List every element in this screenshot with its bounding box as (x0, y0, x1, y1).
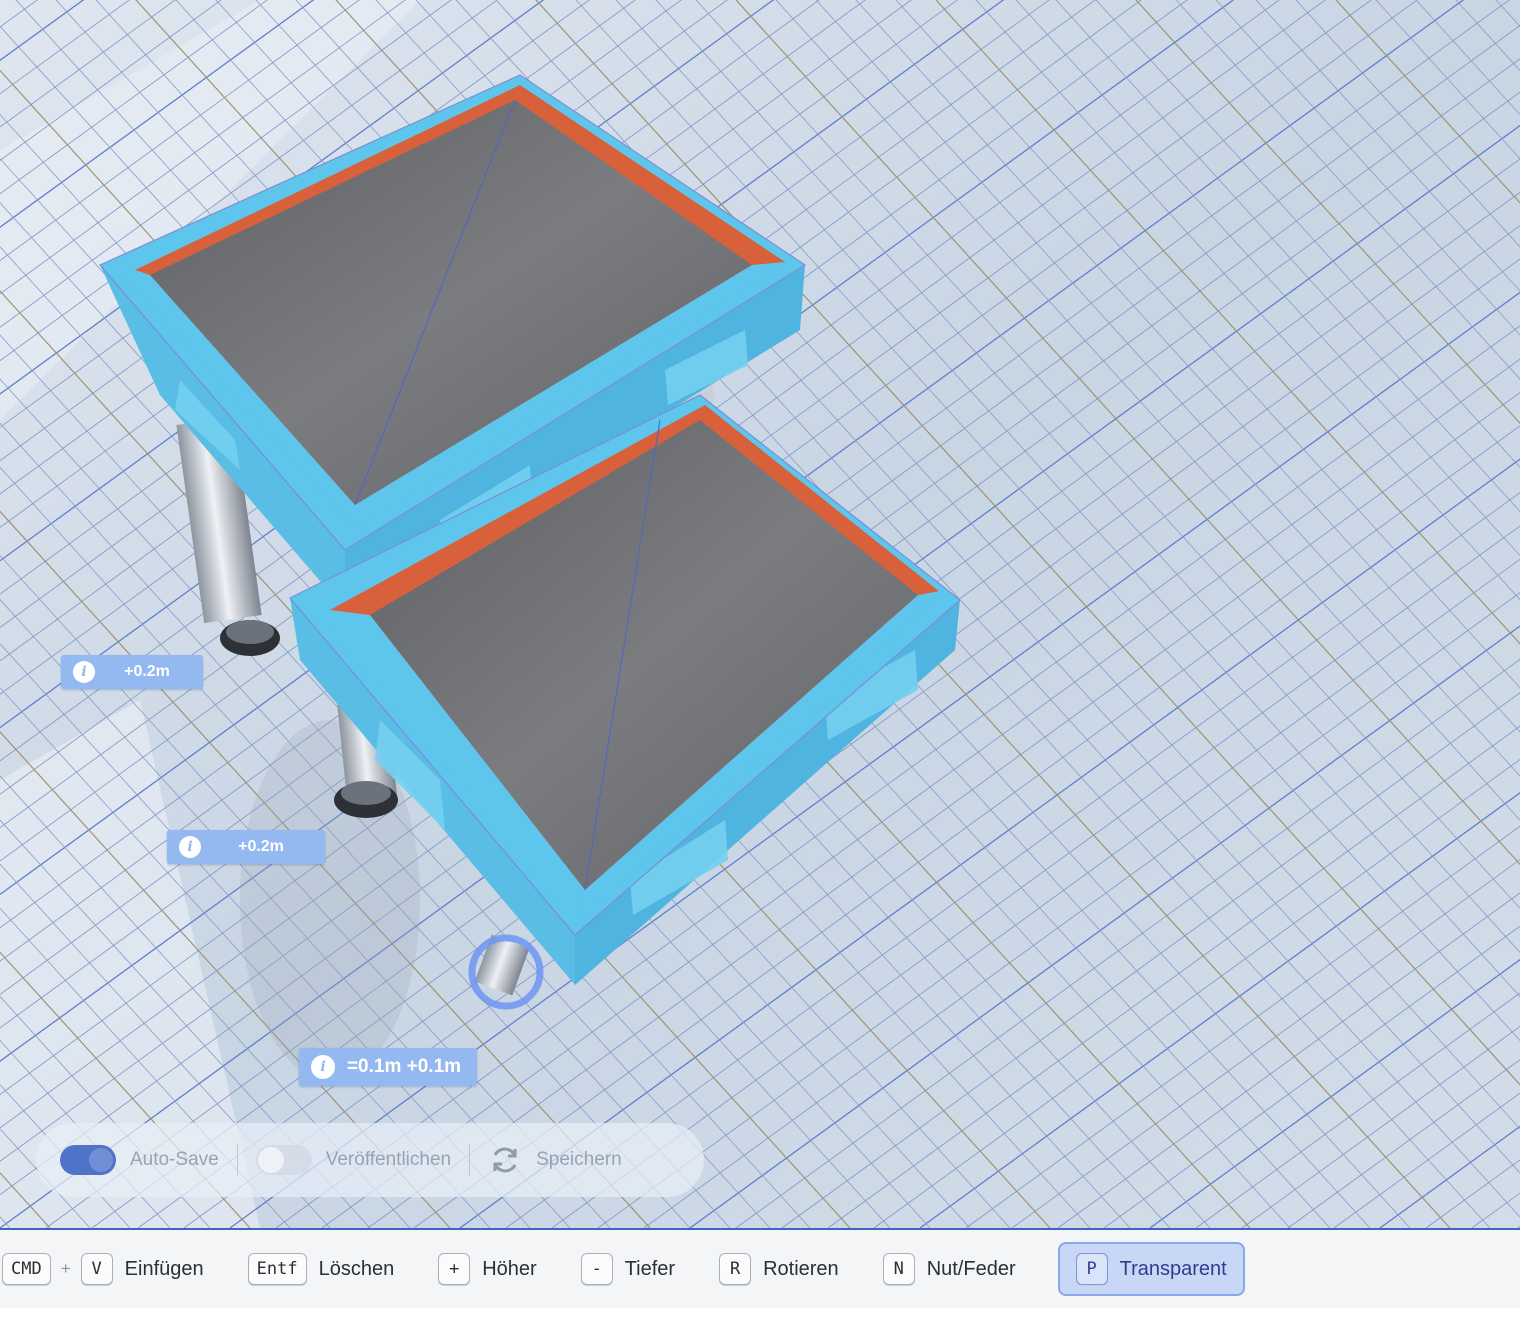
save-button[interactable]: Speichern (536, 1149, 622, 1171)
shortcut-label: Rotieren (763, 1257, 839, 1280)
bottom-strip (0, 1308, 1520, 1330)
autosave-label: Auto-Save (130, 1149, 219, 1170)
measurement-value: +0.2m (238, 838, 284, 855)
shortcut-lower[interactable]: - Tiefer (579, 1242, 691, 1296)
shortcut-label: Transparent (1119, 1257, 1227, 1280)
key-cap: P (1075, 1253, 1108, 1285)
shortcut-label: Löschen (318, 1257, 395, 1280)
sync-icon[interactable] (488, 1143, 522, 1177)
key-joiner: + (60, 1259, 71, 1278)
info-icon: i (179, 836, 201, 858)
shortcut-rotate[interactable]: R Rotieren (717, 1242, 855, 1296)
publish-label: Veröffentlichen (325, 1149, 452, 1170)
shortcut-transparent[interactable]: P Transparent (1057, 1242, 1245, 1296)
measurement-label[interactable]: i =0.1m +0.1m (299, 1048, 477, 1086)
toggle-knob (257, 1147, 284, 1173)
key-cap: + (438, 1253, 471, 1285)
measurement-label[interactable]: i +0.2m (167, 830, 325, 864)
divider (236, 1144, 238, 1176)
toggle-knob (88, 1147, 114, 1173)
shortcut-label: Höher (482, 1257, 537, 1280)
key-cap: R (719, 1253, 752, 1285)
shortcut-paste[interactable]: CMD + V Einfügen (0, 1242, 220, 1296)
measurement-label[interactable]: i +0.2m (61, 655, 203, 689)
info-icon: i (311, 1055, 335, 1079)
measurement-value: +0.2m (124, 663, 170, 680)
key-cap: - (580, 1253, 613, 1285)
key-cap: Entf (247, 1253, 307, 1285)
shortcut-label: Tiefer (624, 1257, 676, 1280)
divider (469, 1144, 471, 1176)
3d-viewport[interactable] (0, 0, 1520, 1228)
shortcut-delete[interactable]: Entf Löschen (246, 1242, 411, 1296)
measurement-value: =0.1m +0.1m (346, 1056, 462, 1077)
shortcut-tongue-groove[interactable]: N Nut/Feder (881, 1242, 1032, 1296)
key-cap: CMD (2, 1253, 51, 1285)
publish-toggle[interactable] (255, 1145, 312, 1175)
autosave-toggle[interactable] (60, 1145, 116, 1175)
shortcut-label: Nut/Feder (926, 1257, 1016, 1280)
key-cap: N (882, 1253, 915, 1285)
save-bar: Auto-Save Veröffentlichen Speichern (36, 1123, 704, 1197)
shortcut-higher[interactable]: + Höher (436, 1242, 552, 1296)
shortcut-label: Einfügen (124, 1257, 204, 1280)
shortcut-bar: CMD + V Einfügen Entf Löschen + Höher - … (0, 1228, 1520, 1308)
info-icon: i (73, 661, 95, 683)
key-cap: V (80, 1253, 113, 1285)
